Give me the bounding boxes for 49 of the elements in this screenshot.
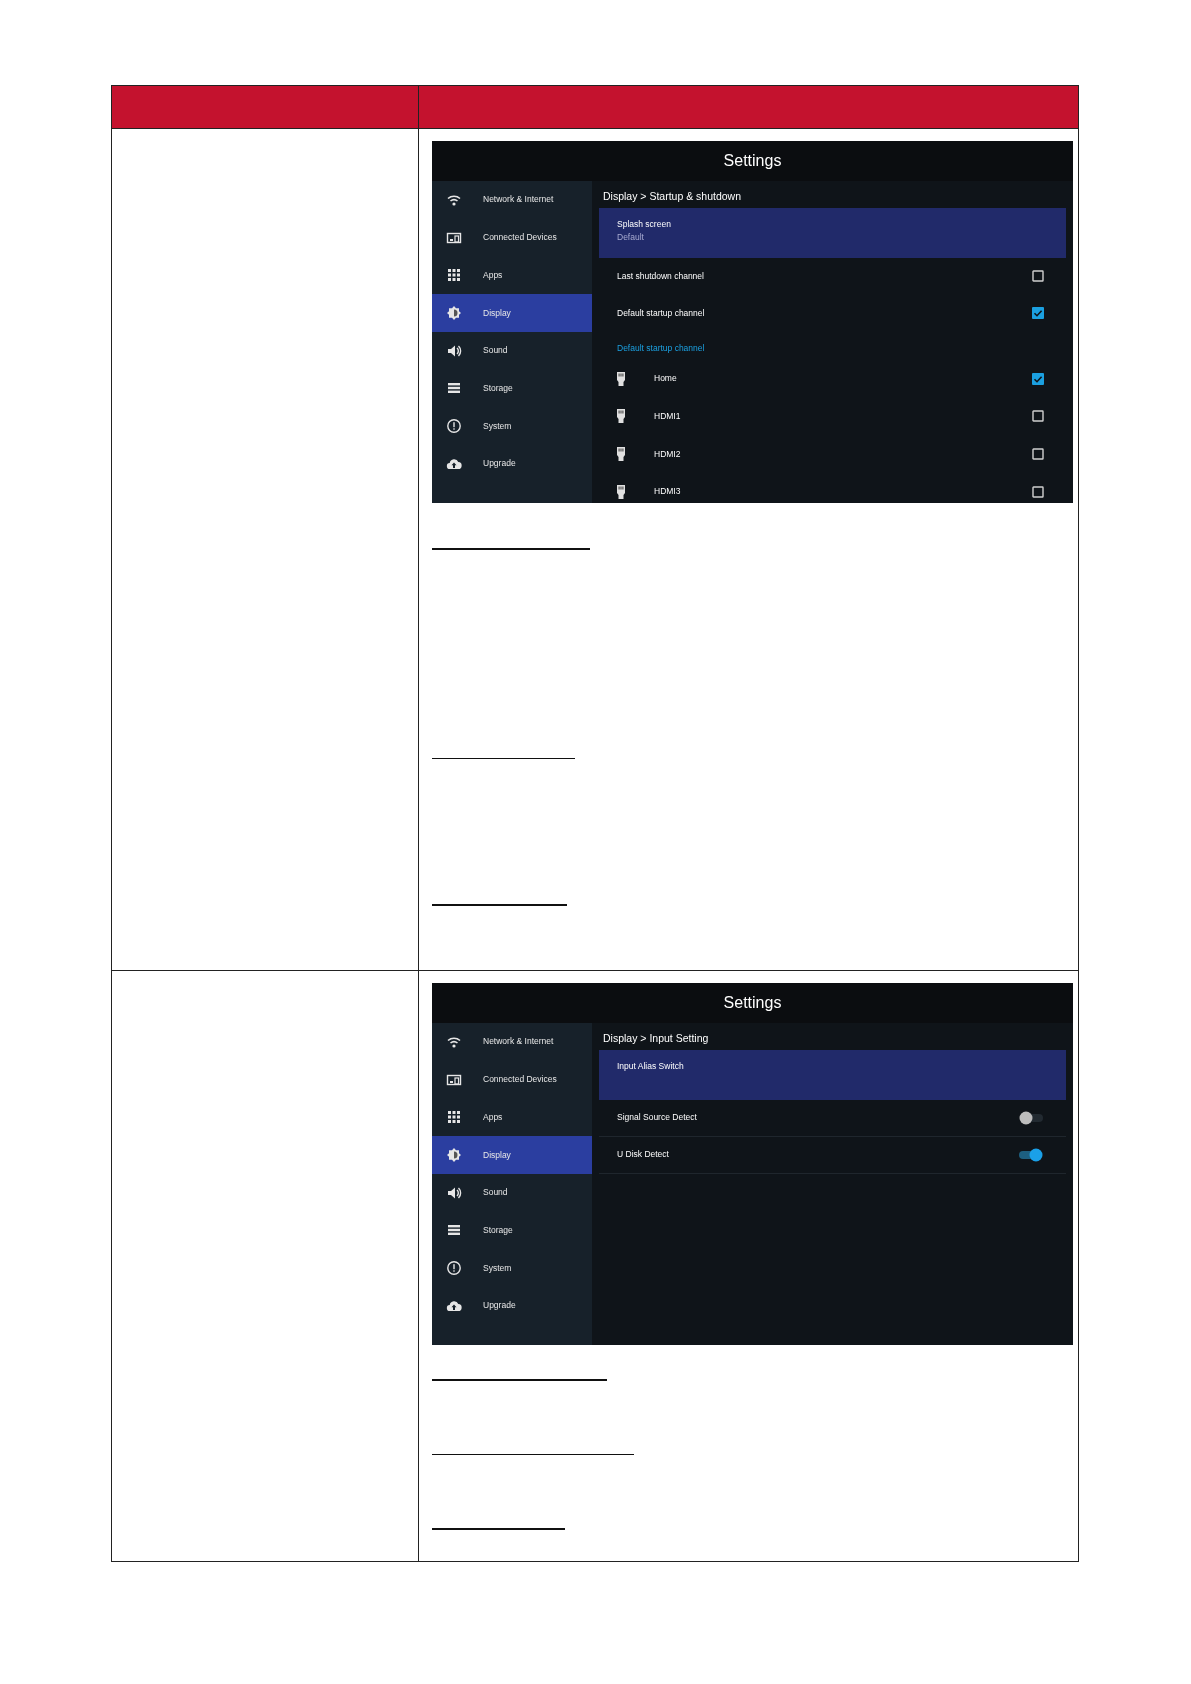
checkbox[interactable]	[1032, 307, 1044, 320]
toggle-switch[interactable]	[1018, 1146, 1044, 1163]
info-icon	[446, 417, 462, 434]
sidebar-item[interactable]: Display	[432, 1136, 592, 1174]
sidebar-item[interactable]: Network & Internet	[432, 181, 592, 219]
source-label: HDMI2	[654, 447, 681, 461]
plug-icon	[615, 408, 627, 425]
sidebar-item[interactable]: Apps	[432, 1098, 592, 1137]
brightness-icon	[446, 304, 462, 321]
option-label: Signal Source Detect	[617, 1111, 697, 1125]
option-label: Last shutdown channel	[617, 269, 704, 283]
menu-item[interactable]: Splash screen Default	[599, 207, 1066, 258]
checkbox[interactable]	[1032, 485, 1044, 498]
checkbox[interactable]	[1032, 447, 1044, 460]
plug-icon	[615, 483, 627, 500]
sidebar-item[interactable]: Upgrade	[432, 1286, 592, 1325]
brightness-icon	[446, 1146, 462, 1163]
option-label: U Disk Detect	[617, 1148, 669, 1162]
sidebar-item[interactable]: System	[432, 407, 592, 445]
sidebar-item[interactable]: Apps	[432, 256, 592, 295]
source-label: HDMI1	[654, 409, 681, 423]
sidebar-item[interactable]: Display	[432, 294, 592, 332]
option-label: Default startup channel	[617, 306, 705, 320]
grid-icon	[446, 1109, 462, 1126]
menu-item[interactable]: Input Alias Switch	[599, 1049, 1066, 1100]
checkbox[interactable]	[1032, 270, 1044, 283]
breadcrumb: Display > Input Setting	[602, 1031, 709, 1046]
sidebar-item[interactable]: Storage	[432, 1211, 592, 1250]
screen-title: Settings	[432, 983, 1073, 1023]
info-icon	[446, 1259, 462, 1276]
sidebar-item[interactable]: Connected Devices	[432, 1060, 592, 1099]
breadcrumb: Display > Startup & shutdown	[602, 189, 742, 204]
toggle-switch[interactable]	[1018, 1109, 1044, 1126]
screen-title: Settings	[432, 141, 1073, 181]
source-label: HDMI3	[654, 485, 681, 499]
sidebar-item[interactable]: Sound	[432, 1173, 592, 1212]
sidebar-item[interactable]: System	[432, 1249, 592, 1287]
source-label: Home	[654, 372, 677, 385]
plug-icon	[615, 445, 627, 462]
checkbox[interactable]	[1032, 372, 1044, 385]
section-header: Default startup channel	[616, 341, 706, 355]
sidebar-item[interactable]: Storage	[432, 369, 592, 408]
grid-icon	[446, 267, 462, 284]
sidebar-item[interactable]: Network & Internet	[432, 1023, 592, 1061]
checkbox[interactable]	[1032, 410, 1044, 423]
sidebar-item[interactable]: Sound	[432, 331, 592, 370]
sidebar-item[interactable]: Connected Devices	[432, 218, 592, 257]
sidebar-item[interactable]: Upgrade	[432, 444, 592, 483]
plug-icon	[615, 370, 627, 387]
